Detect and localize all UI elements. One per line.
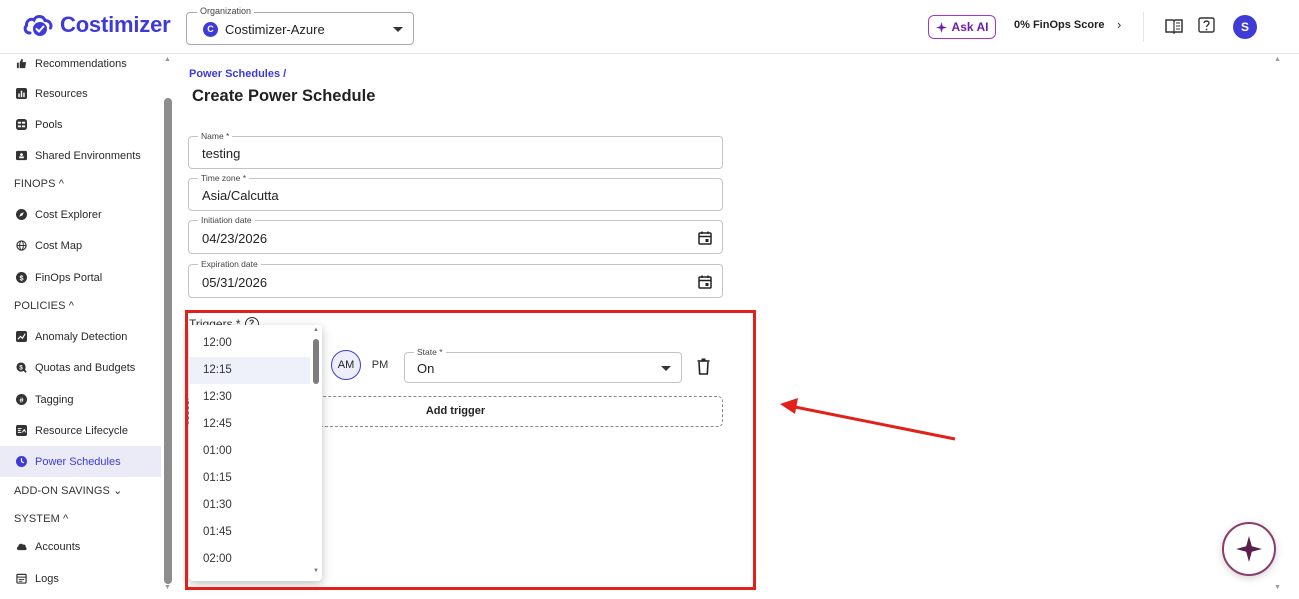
- svg-text:$: $: [19, 364, 23, 371]
- sidebar-item-shared-environments[interactable]: Shared Environments: [0, 140, 161, 171]
- scroll-up-arrow-icon[interactable]: ▲: [164, 56, 171, 63]
- sidebar-item-anomaly-detection[interactable]: Anomaly Detection: [0, 321, 161, 352]
- name-value: testing: [202, 146, 241, 161]
- finops-score-link[interactable]: 0% FinOps Score: [1014, 19, 1104, 31]
- annotation-arrow-icon: [780, 398, 956, 441]
- sidebar-item-resources[interactable]: Resources: [0, 78, 161, 109]
- expiration-date-label: Expiration date: [198, 259, 261, 269]
- top-header: Costimizer Organization C Costimizer-Azu…: [0, 0, 1299, 54]
- page-title: Create Power Schedule: [192, 87, 376, 105]
- budget-icon: $: [16, 362, 27, 373]
- name-label: Name *: [198, 131, 233, 141]
- breadcrumb[interactable]: Power Schedules /: [189, 68, 286, 80]
- dollar-circle-icon: $: [16, 272, 27, 283]
- sidebar-item-finops-portal[interactable]: $ FinOps Portal: [0, 262, 161, 293]
- sidebar-item-accounts[interactable]: Accounts: [0, 531, 161, 562]
- sidebar-item-label: Cost Explorer: [35, 208, 102, 221]
- sidebar-item-label: Anomaly Detection: [35, 330, 128, 343]
- sidebar-item-label: Cost Map: [35, 239, 83, 252]
- sparkle-icon: [935, 21, 947, 33]
- shared-environment-icon: [16, 150, 27, 161]
- caret-down-icon: [393, 27, 403, 32]
- hashtag-icon: #: [16, 394, 27, 405]
- sidebar-item-logs[interactable]: Logs: [0, 563, 161, 594]
- chevron-right-icon[interactable]: ›: [1117, 17, 1121, 32]
- scroll-up-arrow-icon[interactable]: ▲: [1274, 56, 1281, 63]
- sidebar-item-recommendations[interactable]: Recommendations: [0, 54, 161, 79]
- sparkle-icon: [1236, 536, 1262, 562]
- sidebar-item-cost-explorer[interactable]: Cost Explorer: [0, 199, 161, 230]
- timezone-value: Asia/Calcutta: [202, 188, 279, 203]
- calendar-icon[interactable]: [698, 275, 712, 289]
- help-icon[interactable]: [1198, 17, 1215, 35]
- cloud-check-icon: [23, 15, 53, 36]
- thumbs-up-icon: [16, 58, 27, 69]
- header-divider: [1143, 12, 1144, 42]
- svg-text:$: $: [19, 273, 23, 282]
- organization-value: Costimizer-Azure: [225, 22, 325, 37]
- documentation-book-icon[interactable]: [1165, 18, 1183, 34]
- compass-icon: [16, 209, 27, 220]
- sidebar-item-label: Shared Environments: [35, 149, 141, 162]
- timezone-label: Time zone *: [198, 173, 250, 183]
- sidebar-item-cost-map[interactable]: Cost Map: [0, 230, 161, 261]
- calendar-icon[interactable]: [698, 231, 712, 245]
- globe-icon: [16, 240, 27, 251]
- sidebar-section-policies[interactable]: POLICIES ^: [14, 300, 74, 312]
- sidebar-section-addon-savings[interactable]: ADD-ON SAVINGS ⌄: [14, 484, 122, 497]
- sidebar: Recommendations Resources Pools Shared E…: [0, 54, 175, 599]
- initiation-date-label: Initiation date: [198, 215, 255, 225]
- clock-icon: [16, 456, 27, 467]
- sidebar-item-power-schedules[interactable]: Power Schedules: [0, 446, 161, 477]
- ask-ai-label: Ask AI: [951, 20, 989, 34]
- bar-chart-icon: [16, 88, 27, 99]
- anomaly-chart-icon: [16, 331, 27, 342]
- sidebar-item-label: Power Schedules: [35, 455, 121, 468]
- organization-avatar: C: [203, 22, 218, 37]
- brand-name: Costimizer: [60, 12, 171, 37]
- name-field[interactable]: Name * testing: [188, 131, 723, 169]
- sidebar-item-label: Tagging: [35, 393, 74, 406]
- pools-grid-icon: [16, 119, 27, 130]
- sidebar-item-quotas-and-budgets[interactable]: $ Quotas and Budgets: [0, 352, 161, 383]
- scroll-down-arrow-icon[interactable]: ▼: [164, 584, 171, 591]
- sidebar-item-label: Resource Lifecycle: [35, 424, 128, 437]
- sidebar-item-label: Pools: [35, 118, 63, 131]
- sidebar-item-resource-lifecycle[interactable]: Resource Lifecycle: [0, 415, 161, 446]
- sidebar-item-label: Accounts: [35, 540, 81, 553]
- user-avatar[interactable]: S: [1233, 15, 1257, 39]
- initiation-date-field[interactable]: Initiation date 04/23/2026: [188, 215, 723, 254]
- sidebar-scrollbar-thumb[interactable]: [164, 98, 172, 584]
- sidebar-item-label: FinOps Portal: [35, 271, 103, 284]
- ask-ai-button[interactable]: Ask AI: [928, 15, 996, 39]
- expiration-date-value: 05/31/2026: [202, 275, 268, 290]
- ai-assistant-fab[interactable]: [1222, 522, 1276, 576]
- cloud-icon: [16, 543, 27, 551]
- lifecycle-icon: [16, 425, 27, 436]
- sidebar-item-label: Logs: [35, 572, 59, 585]
- brand-logo[interactable]: Costimizer: [22, 12, 171, 38]
- sidebar-item-pools[interactable]: Pools: [0, 109, 161, 140]
- sidebar-item-label: Resources: [35, 87, 88, 100]
- sidebar-item-label: Quotas and Budgets: [35, 361, 136, 374]
- svg-text:#: #: [19, 395, 23, 404]
- initiation-date-value: 04/23/2026: [202, 231, 268, 246]
- organization-select[interactable]: Organization C Costimizer-Azure: [186, 6, 414, 45]
- timezone-field[interactable]: Time zone * Asia/Calcutta: [188, 173, 723, 211]
- organization-label: Organization: [197, 6, 255, 16]
- sidebar-section-finops[interactable]: FINOPS ^: [14, 178, 64, 190]
- expiration-date-field[interactable]: Expiration date 05/31/2026: [188, 259, 723, 298]
- scroll-down-arrow-icon[interactable]: ▼: [1274, 584, 1281, 591]
- log-calendar-icon: [16, 573, 27, 584]
- highlight-annotation-box: [185, 310, 756, 590]
- sidebar-item-label: Recommendations: [35, 57, 127, 70]
- sidebar-section-system[interactable]: SYSTEM ^: [14, 513, 68, 525]
- sidebar-item-tagging[interactable]: # Tagging: [0, 384, 161, 415]
